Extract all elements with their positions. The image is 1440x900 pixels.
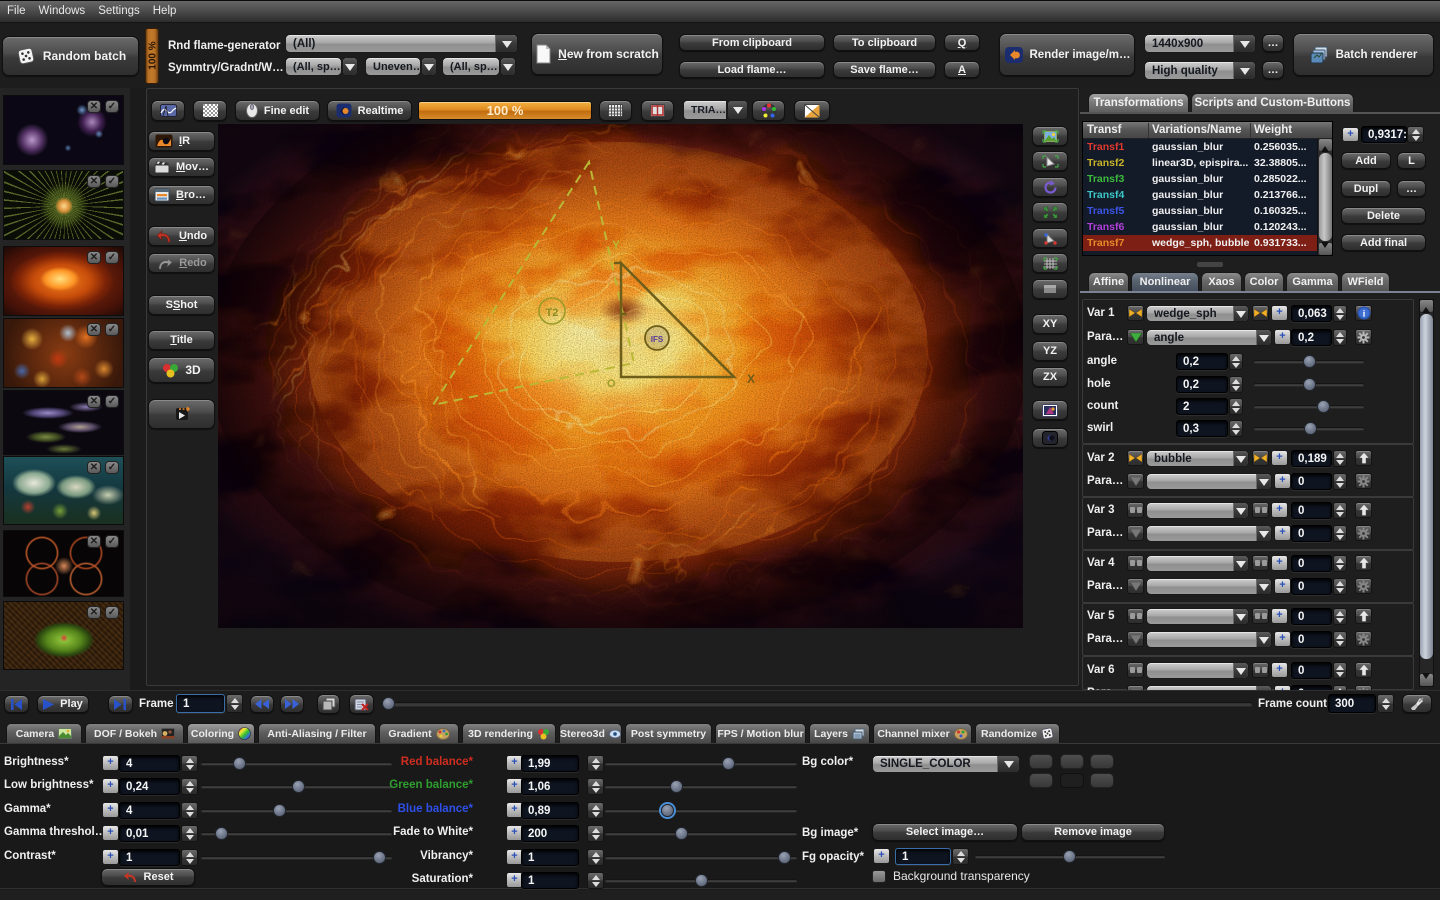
svg-text:Y: Y <box>612 238 620 252</box>
svg-text:X: X <box>747 372 755 386</box>
svg-text:O: O <box>607 378 616 390</box>
svg-text:T2: T2 <box>546 307 559 319</box>
svg-text:IFS: IFS <box>651 335 664 344</box>
